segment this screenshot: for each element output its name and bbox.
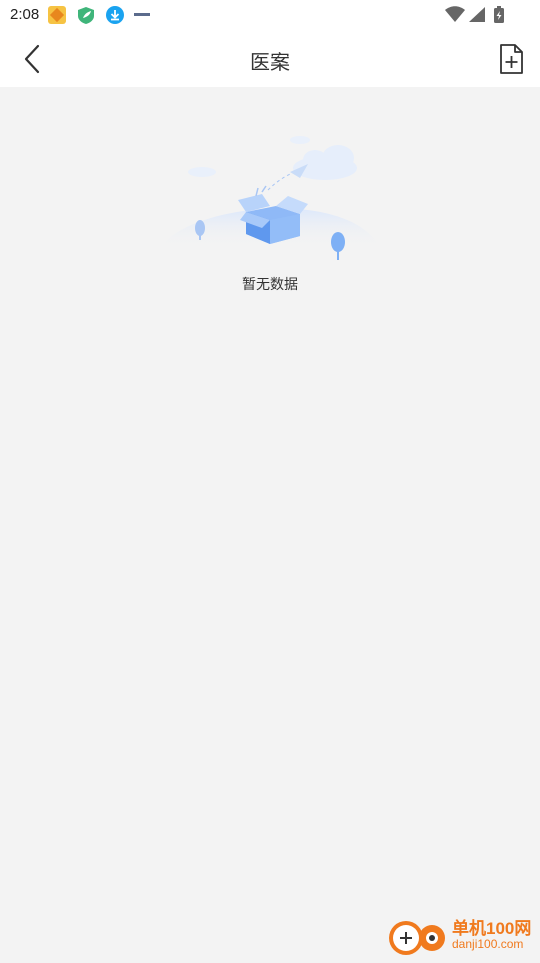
status-bar: 2:08 — [0, 0, 540, 30]
empty-state — [150, 128, 390, 273]
signal-icon — [469, 7, 485, 22]
watermark-url: danji100.com — [452, 937, 524, 951]
watermark-title: 单机100网 — [452, 919, 532, 938]
add-document-icon — [500, 44, 523, 74]
notification-icons — [48, 6, 150, 24]
status-time: 2:08 — [10, 6, 40, 23]
cloud-icon — [293, 145, 357, 180]
empty-message: 暂无数据 — [242, 276, 298, 292]
battery-icon — [494, 6, 504, 23]
empty-box-illustration — [160, 136, 380, 260]
page-title: 医案 — [250, 52, 290, 74]
watermark: 单机100网 danji100.com — [386, 914, 536, 958]
add-record-button[interactable] — [494, 42, 528, 76]
app-badge-icon — [48, 6, 66, 24]
system-icons — [445, 6, 504, 23]
download-icon — [106, 6, 124, 24]
shield-leaf-icon — [78, 7, 94, 24]
wifi-icon — [445, 6, 465, 22]
app-header: 医案 — [0, 30, 540, 87]
tree-icon — [331, 232, 345, 260]
small-text-icon — [134, 13, 150, 16]
watermark-logo-icon — [389, 921, 445, 955]
